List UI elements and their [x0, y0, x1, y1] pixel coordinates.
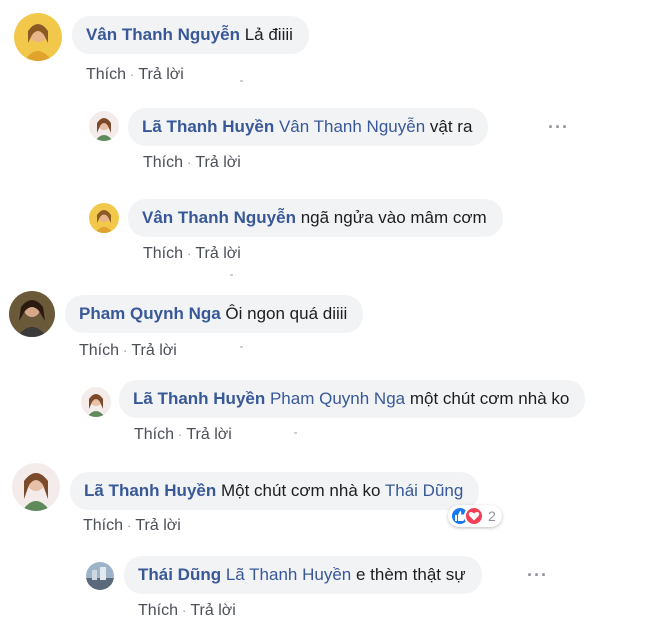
comment-bubble: Vân Thanh Nguyễn ngã ngửa vào mâm cơm	[128, 199, 503, 237]
reply-link[interactable]: Trả lời	[135, 517, 180, 534]
mention-tag[interactable]: Thái Dũng	[385, 481, 463, 500]
separator: ·	[178, 427, 183, 442]
like-link[interactable]: Thích	[143, 245, 183, 262]
like-link[interactable]: Thích	[143, 154, 183, 171]
separator: ·	[127, 518, 132, 533]
like-link[interactable]: Thích	[134, 426, 174, 443]
avatar[interactable]	[89, 111, 119, 141]
comment-text: e thèm thật sự	[355, 565, 466, 584]
comment-author[interactable]: Lã Thanh Huyền	[133, 389, 265, 408]
like-link[interactable]: Thích	[138, 602, 178, 619]
comment-text: một chút cơm nhà ko	[409, 389, 570, 408]
comment-bubble: Vân Thanh Nguyễn Lả điiii	[72, 16, 309, 54]
divider-dot	[240, 346, 243, 348]
avatar[interactable]	[14, 13, 62, 61]
mention-tag[interactable]: Vân Thanh Nguyễn	[279, 117, 425, 136]
comment-bubble: Pham Quynh Nga Ôi ngon quá diiii	[65, 295, 364, 333]
divider-dot	[230, 274, 233, 276]
reply-link[interactable]: Trả lời	[186, 426, 231, 443]
comment-actions: Thích · Trả lời	[79, 342, 177, 360]
like-link[interactable]: Thích	[79, 342, 119, 359]
avatar[interactable]	[12, 463, 60, 511]
separator: ·	[130, 67, 135, 82]
comment-author[interactable]: Lã Thanh Huyền	[84, 481, 216, 500]
reply-link[interactable]: Trả lời	[131, 342, 176, 359]
heart-icon	[464, 506, 484, 526]
comment-author[interactable]: Thái Dũng	[138, 565, 221, 584]
comment-actions: Thích · Trả lời	[134, 426, 232, 444]
comment-actions: Thích · Trả lời	[86, 66, 184, 84]
comment-actions: Thích · Trả lời	[83, 517, 181, 535]
comment-actions: Thích · Trả lời	[143, 245, 241, 263]
reaction-count: 2	[488, 508, 496, 524]
avatar[interactable]	[9, 291, 55, 337]
divider-dot	[240, 80, 243, 82]
comment-actions: Thích · Trả lời	[138, 602, 236, 620]
reply-link[interactable]: Trả lời	[195, 154, 240, 171]
reactions-summary[interactable]: 2	[448, 505, 502, 527]
comment-text: ngã ngửa vào mâm cơm	[300, 208, 487, 227]
comment-actions: Thích · Trả lời	[143, 154, 241, 172]
divider-dot	[294, 432, 297, 434]
comment-text: Ôi ngon quá diiii	[225, 304, 348, 323]
separator: ·	[187, 155, 192, 170]
separator: ·	[187, 246, 192, 261]
avatar[interactable]	[86, 562, 114, 590]
reply-link[interactable]: Trả lời	[138, 66, 183, 83]
comment-text: vật ra	[429, 117, 473, 136]
comment-text: Một chút cơm nhà ko	[220, 481, 381, 500]
like-link[interactable]: Thích	[83, 517, 123, 534]
comment-bubble: Lã Thanh Huyền Một chút cơm nhà ko Thái …	[70, 472, 480, 510]
comment-bubble: Lã Thanh Huyền Pham Quynh Nga một chút c…	[119, 380, 586, 418]
separator: ·	[123, 343, 128, 358]
mention-tag[interactable]: Lã Thanh Huyền	[226, 565, 351, 584]
comment-author[interactable]: Vân Thanh Nguyễn	[86, 25, 240, 44]
comment-bubble: Lã Thanh Huyền Vân Thanh Nguyễn vật ra	[128, 108, 489, 146]
comment-author[interactable]: Lã Thanh Huyền	[142, 117, 274, 136]
comment-bubble: Thái Dũng Lã Thanh Huyền e thèm thật sự	[124, 556, 482, 594]
avatar[interactable]	[89, 203, 119, 233]
mention-tag[interactable]: Pham Quynh Nga	[270, 389, 405, 408]
avatar[interactable]	[81, 387, 111, 417]
like-link[interactable]: Thích	[86, 66, 126, 83]
reply-link[interactable]: Trả lời	[195, 245, 240, 262]
comment-text: Lả điiii	[244, 25, 293, 44]
comment-author[interactable]: Vân Thanh Nguyễn	[142, 208, 296, 227]
comment-author[interactable]: Pham Quynh Nga	[79, 304, 221, 323]
separator: ·	[182, 603, 187, 618]
more-options-icon[interactable]: ···	[548, 117, 569, 138]
more-options-icon[interactable]: ···	[527, 565, 548, 586]
reply-link[interactable]: Trả lời	[190, 602, 235, 619]
